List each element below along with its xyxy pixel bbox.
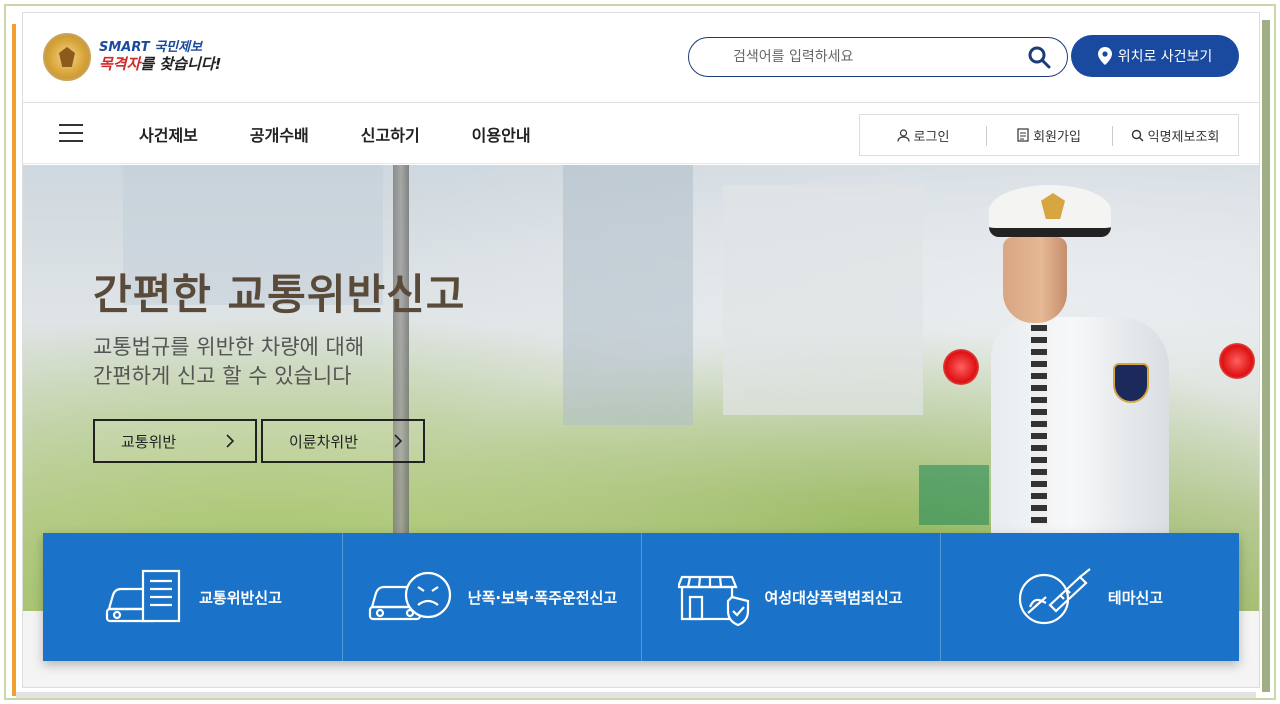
background-building bbox=[563, 165, 693, 425]
chevron-right-icon bbox=[226, 434, 235, 448]
service-tile-violence-against-women[interactable]: 여성대상폭력범죄신고 bbox=[641, 533, 940, 661]
menu-item-submit-report[interactable]: 신고하기 bbox=[361, 122, 420, 146]
signup-label: 회원가입 bbox=[1033, 129, 1081, 145]
traffic-violation-button[interactable]: 교통위반 bbox=[93, 419, 257, 463]
hamburger-menu-icon[interactable] bbox=[59, 124, 83, 142]
magnifier-icon bbox=[1131, 129, 1144, 141]
traffic-light bbox=[1219, 343, 1255, 379]
frame-accent-bottom bbox=[16, 692, 1256, 698]
background-building bbox=[723, 185, 923, 415]
location-view-button[interactable]: 위치로 사건보기 bbox=[1071, 35, 1239, 77]
shop-shield-icon bbox=[678, 575, 750, 627]
car-angry-face-icon bbox=[368, 571, 451, 621]
signup-link[interactable]: 회원가입 bbox=[986, 125, 1112, 146]
syringe-hand-icon bbox=[1018, 568, 1091, 625]
search-input[interactable] bbox=[733, 49, 1019, 65]
anonymous-report-lookup-label: 익명제보조회 bbox=[1147, 129, 1220, 145]
logo-highlight: 목격자 bbox=[99, 54, 141, 73]
search-button[interactable] bbox=[1019, 38, 1059, 76]
login-link[interactable]: 로그인 bbox=[860, 126, 986, 145]
logo-subtitle: 국민제보 bbox=[154, 39, 203, 55]
location-view-label: 위치로 사건보기 bbox=[1117, 49, 1213, 65]
traffic-light bbox=[943, 349, 979, 385]
road-sign bbox=[919, 465, 989, 525]
motorcycle-violation-button[interactable]: 이륜차위반 bbox=[261, 419, 425, 463]
service-tile-traffic-violation[interactable]: 교통위반신고 bbox=[43, 533, 342, 661]
utility-menu: 로그인 회원가입 익명제보조회 bbox=[859, 114, 1239, 156]
user-icon bbox=[896, 128, 910, 142]
map-pin-icon bbox=[1097, 47, 1112, 65]
header: SMART 국민제보 목격자를 찾습니다! 위치로 사건보기 bbox=[23, 13, 1259, 103]
logo-slogan: 를 찾습니다! bbox=[140, 54, 222, 73]
search-icon bbox=[1028, 46, 1051, 69]
service-tile-theme-report[interactable]: 테마신고 bbox=[940, 533, 1239, 661]
service-label: 테마신고 bbox=[1107, 588, 1164, 607]
service-label: 교통위반신고 bbox=[199, 588, 282, 607]
chevron-right-icon bbox=[394, 434, 403, 448]
service-tiles: 교통위반신고 난폭·보복·폭주운전신고 여성대상폭력범죄신고 테마신고 bbox=[43, 533, 1239, 661]
hero-subtitle: 교통법규를 위반한 차량에 대해 간편하게 신고 할 수 있습니다 bbox=[93, 333, 364, 392]
logo-brand: SMART bbox=[99, 39, 150, 55]
hero-subtitle-line: 간편하게 신고 할 수 있습니다 bbox=[93, 364, 352, 389]
search-bar bbox=[688, 37, 1068, 77]
service-label: 난폭·보복·폭주운전신고 bbox=[467, 588, 618, 607]
page: SMART 국민제보 목격자를 찾습니다! 위치로 사건보기 사건제보 공개수배… bbox=[22, 12, 1260, 688]
menu-item-wanted[interactable]: 공개수배 bbox=[250, 122, 309, 146]
traffic-violation-label: 교통위반 bbox=[121, 432, 177, 451]
menu-item-guide[interactable]: 이용안내 bbox=[472, 122, 531, 146]
car-document-icon bbox=[105, 569, 181, 623]
hero-title: 간편한 교통위반신고 bbox=[93, 270, 466, 319]
login-label: 로그인 bbox=[913, 129, 950, 145]
police-emblem-icon bbox=[43, 33, 91, 81]
menu-item-report[interactable]: 사건제보 bbox=[139, 122, 198, 146]
frame-accent-left bbox=[12, 24, 16, 696]
hero-subtitle-line: 교통법규를 위반한 차량에 대해 bbox=[93, 335, 365, 359]
logo-text: SMART 국민제보 목격자를 찾습니다! bbox=[99, 39, 222, 73]
main-navigation: 사건제보 공개수배 신고하기 이용안내 로그인 회원가입 익명제보조회 bbox=[23, 104, 1259, 164]
main-menu: 사건제보 공개수배 신고하기 이용안내 bbox=[139, 104, 583, 164]
site-logo[interactable]: SMART 국민제보 목격자를 찾습니다! bbox=[43, 33, 221, 81]
motorcycle-violation-label: 이륜차위반 bbox=[289, 432, 359, 451]
document-icon bbox=[1017, 128, 1029, 142]
service-label: 여성대상폭력범죄신고 bbox=[764, 588, 903, 607]
frame-accent-right bbox=[1262, 20, 1270, 692]
service-tile-reckless-driving[interactable]: 난폭·보복·폭주운전신고 bbox=[342, 533, 641, 661]
anonymous-report-lookup-link[interactable]: 익명제보조회 bbox=[1112, 125, 1238, 146]
